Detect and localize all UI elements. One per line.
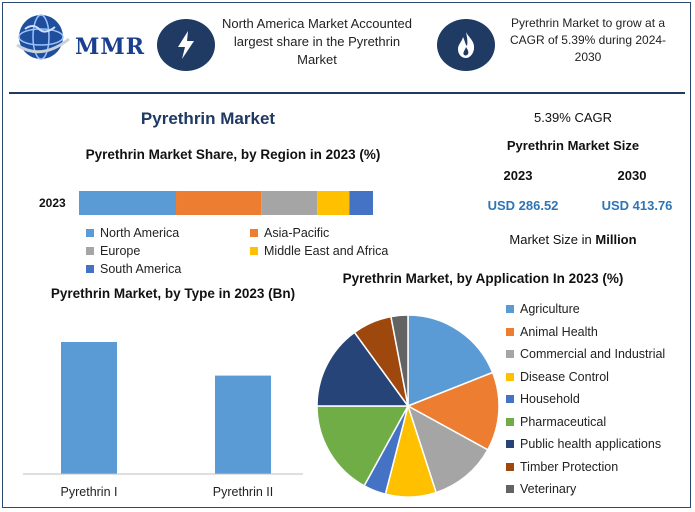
legend-label: Pharmaceutical — [520, 414, 607, 429]
type-chart-title: Pyrethrin Market, by Type in 2023 (Bn) — [50, 286, 296, 301]
type-bar-pyrethrin-i — [61, 342, 117, 474]
type-bar-pyrethrin-ii — [215, 375, 271, 474]
market-size-title: Pyrethrin Market Size — [506, 138, 640, 153]
legend-label: Europe — [100, 244, 141, 258]
legend-label: North America — [100, 226, 180, 240]
page-title: Pyrethrin Market — [140, 109, 276, 128]
flame-icon — [437, 19, 495, 71]
legend-item-agriculture: Agriculture — [506, 302, 580, 316]
legend-label: Disease Control — [520, 369, 609, 384]
legend-swatch — [506, 350, 514, 358]
cagr-text: 5.39% CAGR — [533, 110, 613, 125]
unit-bold: Million — [595, 232, 637, 247]
region-bar-segment-north-america — [79, 191, 177, 215]
type-bar-chart: Pyrethrin I Pyrethrin II — [23, 342, 303, 499]
legend-label: Household — [520, 392, 580, 406]
header-info-cagr: Pyrethrin Market to grow at a CAGR of 5.… — [509, 16, 667, 64]
legend-swatch — [506, 372, 514, 381]
region-bar-segment-middle-east-and-africa — [317, 191, 350, 215]
legend-swatch — [250, 229, 258, 237]
legend-item-pharmaceutical: Pharmaceutical — [506, 415, 606, 429]
legend-item-animal-health: Animal Health — [506, 325, 598, 339]
legend-item-disease-control: Disease Control — [506, 370, 609, 384]
region-category-label: 2023 — [39, 196, 66, 210]
legend-swatch — [506, 462, 514, 471]
legend-label: Middle East and Africa — [264, 244, 389, 258]
legend-item-timber-protection: Timber Protection — [506, 460, 618, 474]
legend-label: South America — [100, 262, 182, 276]
region-stacked-bar-chart: 2023 — [39, 191, 373, 215]
legend-swatch — [86, 229, 94, 237]
legend-item-middle-east-and-africa: Middle East and Africa — [250, 244, 388, 258]
header-divider — [9, 92, 685, 94]
legend-label: Public health applications — [520, 437, 662, 451]
legend-swatch — [506, 305, 514, 313]
legend-label: Timber Protection — [520, 459, 619, 474]
application-chart-title: Pyrethrin Market, by Application In 2023… — [342, 271, 624, 286]
legend-swatch — [506, 485, 514, 493]
legend-item-north-america: North America — [86, 226, 179, 240]
globe-icon — [16, 14, 70, 60]
legend-item-household: Household — [506, 392, 580, 406]
legend-swatch — [250, 247, 258, 255]
unit-note: Market Size in Million — [483, 232, 663, 247]
logo-text: MMR — [75, 34, 145, 60]
value-2023: USD 286.52 — [487, 198, 559, 213]
legend-label: Asia-Pacific — [264, 226, 330, 240]
legend-label: Veterinary — [520, 482, 577, 496]
legend-swatch — [86, 247, 94, 255]
infographic-frame: MMR North America Market Accounted large… — [2, 2, 691, 508]
legend-swatch — [86, 265, 94, 273]
header: MMR North America Market Accounted large… — [3, 3, 690, 91]
year-2023: 2023 — [503, 168, 533, 183]
region-bar-segment-europe — [261, 191, 318, 215]
logo: MMR — [15, 11, 145, 63]
legend-label: Commercial and Industrial — [520, 347, 666, 361]
region-bar-segment-asia-pacific — [176, 191, 262, 215]
type-tick-label: Pyrethrin I — [61, 485, 118, 499]
legend-swatch — [506, 417, 514, 426]
legend-item-south-america: South America — [86, 262, 181, 276]
header-info-region: North America Market Accounted largest s… — [221, 16, 413, 67]
legend-item-asia-pacific: Asia-Pacific — [250, 226, 329, 240]
region-chart-title: Pyrethrin Market Share, by Region in 202… — [85, 147, 381, 162]
type-tick-label: Pyrethrin II — [213, 485, 273, 499]
unit-prefix: Market Size in — [509, 232, 592, 247]
application-pie-chart — [316, 314, 500, 498]
value-2030: USD 413.76 — [601, 198, 673, 213]
legend-item-europe: Europe — [86, 244, 140, 258]
legend-label: Animal Health — [520, 324, 598, 339]
legend-swatch — [506, 327, 514, 336]
lightning-icon — [157, 19, 215, 71]
region-bar-segment-south-america — [349, 191, 373, 215]
legend-swatch — [506, 440, 514, 448]
legend-item-commercial-and-industrial: Commercial and Industrial — [506, 347, 665, 361]
legend-swatch — [506, 395, 514, 403]
year-2030: 2030 — [617, 168, 647, 183]
legend-label: Agriculture — [520, 302, 580, 316]
legend-item-public-health-applications: Public health applications — [506, 437, 661, 451]
legend-item-veterinary: Veterinary — [506, 482, 576, 496]
